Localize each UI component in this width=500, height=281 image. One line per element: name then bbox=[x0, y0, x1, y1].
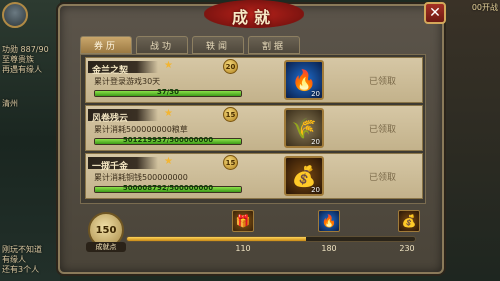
reward-item[interactable]: 💰 20 bbox=[284, 156, 324, 196]
chat-line: 再遇有缘人 bbox=[2, 65, 42, 74]
achievement-dialog: 成就 ✕ 券历 战功 轶闻 割据 金兰之契 ★ 20 累计登录游戏30天 37/… bbox=[58, 0, 446, 274]
tab-merits[interactable]: 战功 bbox=[136, 36, 188, 54]
title-banner: 成就 bbox=[204, 0, 304, 28]
chat-line: 还有3个人 bbox=[2, 265, 40, 274]
reward-item[interactable]: 🔥 20 bbox=[284, 60, 324, 100]
close-icon: ✕ bbox=[429, 5, 441, 21]
flame-icon: 🔥 bbox=[321, 214, 337, 228]
milestone-value: 110 bbox=[235, 244, 251, 253]
points-badge: 20 bbox=[223, 59, 238, 74]
progress-text: 500008792/500000000 bbox=[122, 184, 214, 192]
reward-count: 20 bbox=[311, 138, 320, 146]
status-claimed: 已领取 bbox=[368, 77, 396, 87]
star-icon: ★ bbox=[164, 60, 173, 71]
achievement-name: 一掷千金 bbox=[92, 162, 129, 172]
chat-line: 清州 bbox=[2, 99, 18, 108]
progress-text: 37/30 bbox=[156, 88, 180, 96]
chest-icon: 🎁 bbox=[235, 214, 251, 228]
coins-icon: 💰 bbox=[401, 214, 417, 228]
tab-anecdotes[interactable]: 轶闻 bbox=[192, 36, 244, 54]
total-progress-bar bbox=[126, 236, 416, 242]
milestone-value: 180 bbox=[321, 244, 337, 253]
points-badge: 15 bbox=[223, 155, 238, 170]
name-bar: 一掷千金 bbox=[88, 157, 158, 172]
achievement-desc: 累计登录游戏30天 bbox=[94, 77, 161, 86]
name-bar: 金兰之契 bbox=[88, 61, 158, 76]
grain-icon: 🌾 bbox=[291, 116, 317, 140]
milestone-reward[interactable]: 🎁 bbox=[232, 210, 254, 232]
achievement-name: 风卷残云 bbox=[92, 114, 129, 124]
close-button[interactable]: ✕ bbox=[424, 2, 446, 24]
star-icon: ★ bbox=[164, 156, 173, 167]
reward-count: 20 bbox=[311, 90, 320, 98]
milestone-value: 230 bbox=[399, 244, 415, 253]
tab-bar: 券历 战功 轶闻 割据 bbox=[80, 36, 300, 54]
achievement-name: 金兰之契 bbox=[92, 66, 129, 76]
points-badge: 15 bbox=[223, 107, 238, 122]
background-right: 00开战 bbox=[440, 0, 500, 281]
tab-territory[interactable]: 割据 bbox=[248, 36, 300, 54]
total-points-label: 成就点 bbox=[86, 242, 126, 252]
achievement-item: 金兰之契 ★ 20 累计登录游戏30天 37/30 🔥 20 已领取 bbox=[85, 57, 423, 103]
name-bar: 风卷残云 bbox=[88, 109, 158, 124]
coins-icon: 💰 bbox=[291, 164, 317, 188]
reward-count: 20 bbox=[311, 186, 320, 194]
reward-item[interactable]: 🌾 20 bbox=[284, 108, 324, 148]
tab-history[interactable]: 券历 bbox=[80, 36, 132, 54]
achievement-item: 一掷千金 ★ 15 累计消耗铜钱500000000 500008792/5000… bbox=[85, 153, 423, 199]
status-claimed: 已领取 bbox=[368, 173, 396, 183]
player-avatar[interactable] bbox=[2, 2, 28, 28]
total-progress: 150 成就点 🎁 110 🔥 180 💰 230 bbox=[80, 210, 426, 262]
milestone-reward[interactable]: 💰 bbox=[398, 210, 420, 232]
status-claimed: 已领取 bbox=[368, 125, 396, 135]
dialog-title: 成就 bbox=[231, 8, 276, 27]
background-left: 功勋 887/90 至尊贵族 再遇有缘人 清州 刚玩不知道 有缘人 还有3个人 bbox=[0, 0, 60, 281]
achievement-item: 风卷残云 ★ 15 累计消耗500000000粮草 501219937/5000… bbox=[85, 105, 423, 151]
milestone-reward[interactable]: 🔥 bbox=[318, 210, 340, 232]
star-icon: ★ bbox=[164, 108, 173, 119]
progress-text: 501219937/500000000 bbox=[122, 136, 214, 144]
flame-icon: 🔥 bbox=[291, 68, 317, 92]
event-timer: 00开战 bbox=[471, 3, 498, 12]
achievement-list[interactable]: 金兰之契 ★ 20 累计登录游戏30天 37/30 🔥 20 已领取 风卷残云 … bbox=[80, 54, 426, 204]
achievement-desc: 累计消耗铜钱500000000 bbox=[94, 173, 188, 182]
achievement-desc: 累计消耗500000000粮草 bbox=[94, 125, 188, 134]
